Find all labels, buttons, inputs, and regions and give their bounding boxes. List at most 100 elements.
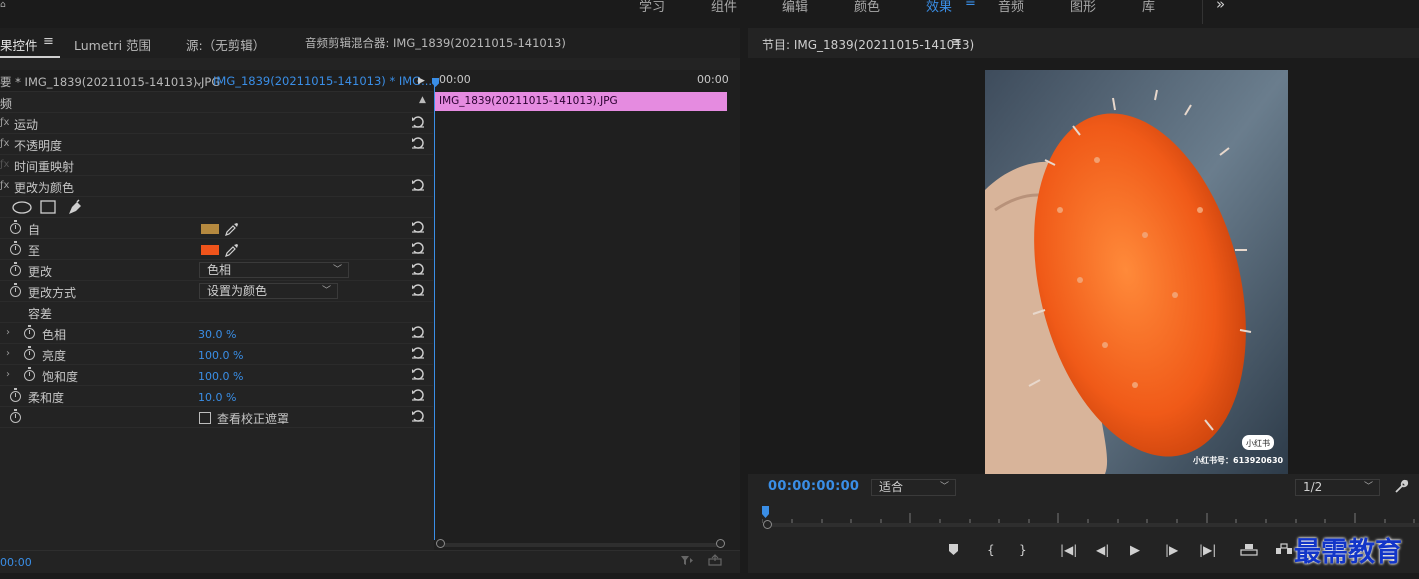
effect-row-motion[interactable]: ƒx 运动 [0, 113, 433, 134]
chevron-down-icon[interactable]: ⌄ [194, 74, 204, 88]
reset-icon[interactable] [411, 221, 425, 233]
go-to-out-icon[interactable]: |▶| [1199, 543, 1216, 557]
tab-lumetri-scopes[interactable]: Lumetri 范围 [74, 35, 151, 54]
resolution-select[interactable]: 1/2 ﹀ [1295, 479, 1380, 496]
stopwatch-icon[interactable] [24, 325, 35, 339]
tab-source[interactable]: 源:（无剪辑） [186, 35, 265, 54]
reset-icon[interactable] [411, 179, 425, 191]
param-row-from: 自 [0, 218, 433, 239]
chevron-right-icon[interactable]: › [6, 348, 10, 359]
sequence-clip-label[interactable]: IMG_1839(20211015-141013) * IMG... [213, 74, 432, 88]
playhead[interactable] [434, 80, 435, 540]
saturation-value[interactable]: 100.0 % [198, 370, 243, 383]
mark-out-icon[interactable]: } [1019, 543, 1027, 557]
reset-icon[interactable] [411, 242, 425, 254]
to-color-swatch[interactable] [201, 245, 219, 255]
add-marker-icon[interactable] [947, 543, 960, 556]
mark-in-icon[interactable]: { [987, 543, 995, 557]
reset-icon[interactable] [411, 410, 425, 422]
from-color-swatch[interactable] [201, 224, 219, 234]
workspace-assembly[interactable]: 组件 [711, 0, 737, 15]
reset-icon[interactable] [411, 368, 425, 380]
stopwatch-icon[interactable] [24, 367, 35, 381]
hamburger-menu-icon[interactable]: ≡ [965, 0, 976, 10]
wrench-icon[interactable] [1394, 479, 1409, 494]
filter-icon[interactable] [680, 555, 694, 566]
play-icon[interactable]: ▶ [418, 76, 425, 86]
workspace-graphics[interactable]: 图形 [1070, 0, 1096, 15]
go-to-in-icon[interactable]: |◀| [1060, 543, 1077, 557]
param-row-change-by: 更改方式 设置为颜色 ﹀ [0, 281, 433, 302]
export-icon[interactable] [708, 554, 722, 566]
panel-menu-icon[interactable]: ≡ [43, 34, 54, 49]
softness-value[interactable]: 10.0 % [198, 391, 236, 404]
fit-select[interactable]: 适合 ﹀ [871, 479, 956, 496]
workspace-libraries[interactable]: 库 [1142, 0, 1155, 15]
reset-icon[interactable] [411, 116, 425, 128]
reset-icon[interactable] [411, 326, 425, 338]
collapse-icon[interactable]: ▲ [419, 95, 426, 105]
tab-audio-clip-mixer[interactable]: 音频剪辑混合器: IMG_1839(20211015-141013) [305, 35, 566, 51]
panel-menu-icon[interactable]: ≡ [951, 35, 962, 50]
effect-timeline-ruler[interactable] [434, 70, 740, 92]
workspace-color[interactable]: 颜色 [854, 0, 880, 15]
lightness-value[interactable]: 100.0 % [198, 349, 243, 362]
chevron-right-icon[interactable]: › [6, 369, 10, 380]
scroll-handle-left[interactable] [436, 539, 445, 548]
scroll-handle-left[interactable] [763, 520, 772, 529]
stopwatch-icon[interactable] [10, 388, 21, 402]
lift-icon[interactable] [1240, 543, 1258, 556]
workspace-effects[interactable]: 效果 [926, 0, 952, 15]
clip-bar[interactable]: IMG_1839(20211015-141013).JPG [434, 92, 727, 111]
effect-controls-footer [0, 550, 740, 573]
stopwatch-icon[interactable] [10, 409, 21, 423]
home-icon[interactable]: ⌂ [0, 0, 6, 10]
view-mask-label: 查看校正遮罩 [217, 412, 290, 426]
workspace-editing[interactable]: 编辑 [782, 0, 808, 15]
ellipse-mask-icon[interactable] [12, 201, 32, 214]
effect-controls-timecode[interactable]: 00:00 [0, 556, 32, 569]
fx-badge-icon[interactable]: ƒx [0, 117, 9, 128]
effect-timeline[interactable] [434, 70, 740, 550]
fx-badge-icon[interactable]: ƒx [0, 180, 9, 191]
program-monitor-title[interactable]: 节目: IMG_1839(20211015-141013) [762, 36, 974, 53]
more-workspaces-icon[interactable]: » [1216, 0, 1225, 13]
reset-icon[interactable] [411, 284, 425, 296]
play-icon[interactable]: ▶ [1130, 543, 1140, 558]
effect-row-opacity[interactable]: ƒx 不透明度 [0, 134, 433, 155]
eyedropper-icon[interactable] [225, 243, 239, 257]
stopwatch-icon[interactable] [24, 346, 35, 360]
program-zoom-scrollbar[interactable] [767, 523, 1419, 527]
view-mask-checkbox[interactable] [199, 412, 211, 424]
stopwatch-icon[interactable] [10, 241, 21, 255]
master-clip-label[interactable]: 要 * IMG_1839(20211015-141013).JPG [0, 74, 220, 90]
stopwatch-icon[interactable] [10, 262, 21, 276]
change-by-select[interactable]: 设置为颜色 ﹀ [199, 283, 338, 299]
extract-icon[interactable] [1275, 543, 1293, 556]
program-timecode[interactable]: 00:00:00:00 [768, 479, 859, 494]
reset-icon[interactable] [411, 347, 425, 359]
reset-icon[interactable] [411, 137, 425, 149]
workspace-learn[interactable]: 学习 [639, 0, 665, 15]
rectangle-mask-icon[interactable] [40, 200, 56, 214]
pen-mask-icon[interactable] [67, 199, 84, 215]
workspace-audio[interactable]: 音频 [998, 0, 1024, 15]
reset-icon[interactable] [411, 389, 425, 401]
hue-value[interactable]: 30.0 % [198, 328, 236, 341]
param-from-label: 自 [28, 223, 41, 237]
reset-icon[interactable] [411, 263, 425, 275]
effect-row-change-to-color[interactable]: ƒx 更改为颜色 [0, 176, 433, 197]
step-forward-icon[interactable]: |▶ [1165, 543, 1178, 557]
timeline-zoom-scrollbar[interactable] [440, 543, 722, 547]
scroll-handle-right[interactable] [716, 539, 725, 548]
effect-row-time-remap[interactable]: ƒx 时间重映射 [0, 155, 433, 176]
fx-badge-icon[interactable]: ƒx [0, 138, 9, 149]
change-select[interactable]: 色相 ﹀ [199, 262, 349, 278]
stopwatch-icon[interactable] [10, 220, 21, 234]
tab-effect-controls[interactable]: 果控件 [0, 35, 38, 54]
program-time-ruler[interactable] [762, 505, 1419, 533]
eyedropper-icon[interactable] [225, 222, 239, 236]
stopwatch-icon[interactable] [10, 283, 21, 297]
step-back-icon[interactable]: ◀| [1096, 543, 1109, 557]
chevron-right-icon[interactable]: › [6, 327, 10, 338]
